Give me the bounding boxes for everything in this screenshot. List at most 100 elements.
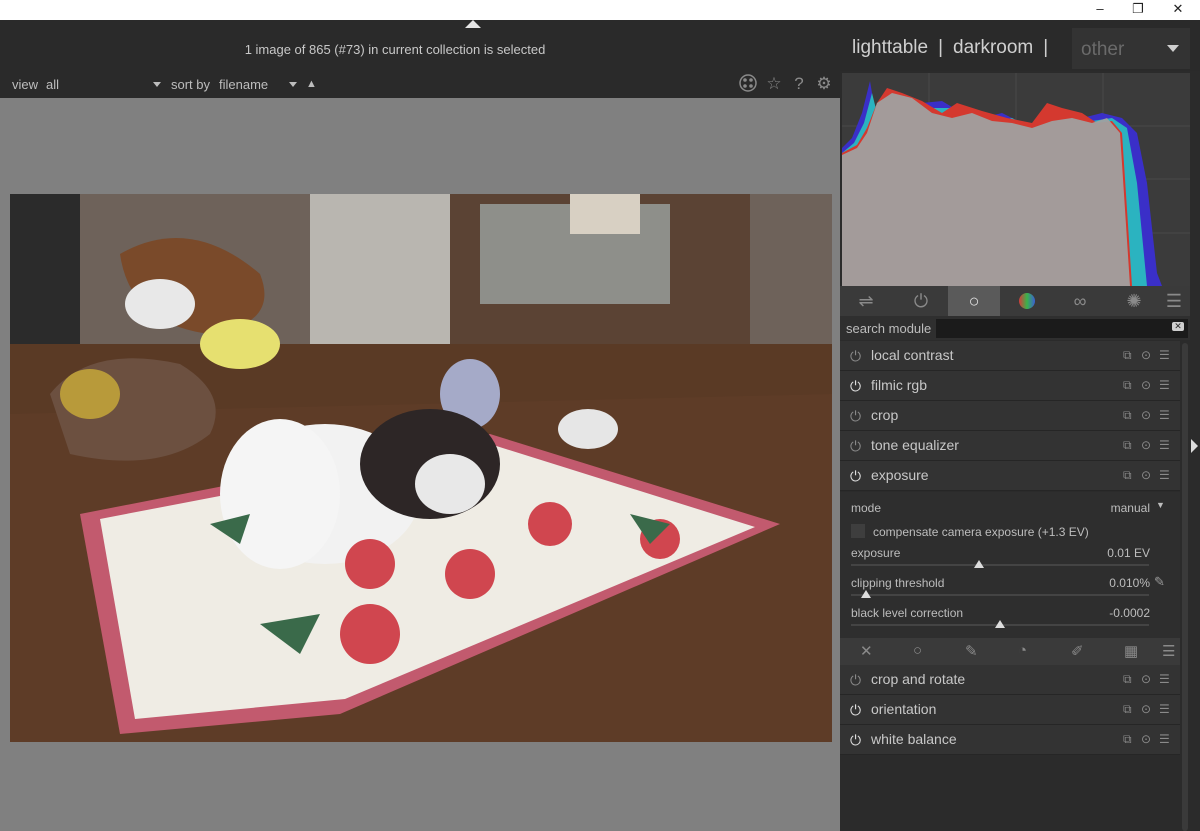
view-other-dropdown[interactable]: other (1072, 28, 1190, 69)
sort-direction-icon[interactable]: ▲ (306, 78, 317, 90)
module-exposure[interactable]: ⏻ exposure ⧉ ⊙ ☰ (840, 461, 1180, 491)
presets-menu-icon[interactable]: ☰ (1159, 672, 1170, 686)
power-icon[interactable]: ⏻ (850, 438, 861, 455)
module-crop[interactable]: ⏻ crop ⧉ ⊙ ☰ (840, 401, 1180, 431)
power-icon[interactable]: ⏻ (850, 468, 861, 485)
reset-icon[interactable]: ⊙ (1141, 438, 1151, 452)
help-icon[interactable]: ? (789, 74, 809, 94)
module-tone-equalizer[interactable]: ⏻ tone equalizer ⧉ ⊙ ☰ (840, 431, 1180, 461)
top-panel-toggle-strip (0, 20, 1200, 28)
menu-icon[interactable]: ☰ (1158, 286, 1190, 316)
mask-off-icon[interactable]: ✕ (860, 642, 873, 660)
raster-mask-icon[interactable]: ▦ (1124, 642, 1138, 660)
multi-instance-icon[interactable]: ⧉ (1123, 702, 1132, 717)
black-level-slider-thumb[interactable] (995, 620, 1005, 628)
chevron-down-icon[interactable]: ▼ (1156, 500, 1165, 510)
chevron-down-icon (1167, 45, 1179, 52)
parametric-mask-icon[interactable]: ◔ (1018, 642, 1027, 659)
chevron-down-icon[interactable] (153, 82, 161, 87)
compensate-checkbox[interactable] (851, 524, 865, 538)
reset-icon[interactable]: ⊙ (1141, 378, 1151, 392)
module-scrollbar[interactable] (1182, 343, 1188, 831)
presets-menu-icon[interactable]: ☰ (1159, 468, 1170, 482)
module-white-balance[interactable]: ⏻ white balance ⧉ ⊙ ☰ (840, 725, 1180, 755)
power-icon[interactable]: ⏻ (850, 348, 861, 365)
power-icon[interactable]: ⏻ (850, 672, 861, 689)
color-modules-icon[interactable] (1001, 286, 1053, 316)
darkroom-canvas[interactable] (0, 98, 840, 831)
effects-modules-icon[interactable]: ✺ (1108, 286, 1160, 316)
reset-icon[interactable]: ⊙ (1141, 408, 1151, 422)
module-local-contrast[interactable]: ⏻ local contrast ⧉ ⊙ ☰ (840, 341, 1180, 371)
multi-instance-icon[interactable]: ⧉ (1123, 732, 1132, 747)
view-darkroom[interactable]: darkroom (953, 37, 1033, 58)
clipping-threshold-slider[interactable] (851, 594, 1149, 596)
presets-menu-icon[interactable]: ☰ (1159, 408, 1170, 422)
power-icon[interactable]: ⏻ (850, 408, 861, 425)
menu-icon[interactable]: ☰ (1162, 642, 1175, 660)
multi-instance-icon[interactable]: ⧉ (1123, 438, 1132, 453)
restore-button[interactable]: ❐ (1118, 0, 1158, 20)
presets-menu-icon[interactable]: ☰ (1159, 348, 1170, 362)
multi-instance-icon[interactable]: ⧉ (1123, 672, 1132, 687)
view-separator: | (1043, 37, 1049, 58)
module-filmic-rgb[interactable]: ⏻ filmic rgb ⧉ ⊙ ☰ (840, 371, 1180, 401)
presets-icon[interactable]: ⇌ (840, 286, 892, 316)
window-titlebar: – ❐ ✕ (0, 0, 1200, 20)
black-level-value: -0.0002 (1109, 606, 1150, 620)
power-icon[interactable]: ⏻ (850, 732, 861, 749)
exposure-slider-thumb[interactable] (974, 560, 985, 568)
view-other-label: other (1081, 39, 1125, 60)
module-name: white balance (871, 731, 957, 747)
clear-search-icon[interactable]: ✕ (1172, 322, 1184, 331)
drawn-mask-icon[interactable]: ✎ (965, 642, 978, 660)
view-filter-dropdown[interactable]: all (46, 77, 59, 92)
collapse-right-panel-icon[interactable] (1191, 439, 1198, 453)
power-icon[interactable]: ⏻ (850, 378, 861, 395)
power-icon[interactable]: ⏻ (850, 702, 861, 719)
active-modules-icon[interactable]: ⏻ (895, 286, 947, 316)
exposure-slider[interactable] (851, 564, 1149, 566)
filter-bar: view all sort by filename ▲ ☆ ? ⚙ (0, 71, 840, 98)
module-name: crop (871, 407, 899, 423)
star-icon[interactable]: ☆ (764, 74, 784, 94)
minimize-button[interactable]: – (1080, 0, 1120, 20)
presets-menu-icon[interactable]: ☰ (1159, 702, 1170, 716)
module-search: search module ✕ (840, 316, 1190, 340)
uniform-mask-icon[interactable]: ○ (913, 642, 922, 659)
view-separator: | (938, 37, 943, 58)
base-modules-icon[interactable]: ○ (948, 286, 1000, 316)
presets-menu-icon[interactable]: ☰ (1159, 732, 1170, 746)
multi-instance-icon[interactable]: ⧉ (1123, 348, 1132, 363)
sort-by-dropdown[interactable]: filename (219, 77, 268, 92)
module-orientation[interactable]: ⏻ orientation ⧉ ⊙ ☰ (840, 695, 1180, 725)
reset-icon[interactable]: ⊙ (1141, 732, 1151, 746)
chevron-down-icon[interactable] (289, 82, 297, 87)
reset-icon[interactable]: ⊙ (1141, 468, 1151, 482)
presets-menu-icon[interactable]: ☰ (1159, 378, 1170, 392)
close-button[interactable]: ✕ (1158, 0, 1198, 20)
gear-icon[interactable]: ⚙ (814, 74, 834, 94)
exposure-module-body: mode manual ▼ compensate camera exposure… (840, 492, 1180, 638)
presets-menu-icon[interactable]: ☰ (1159, 438, 1170, 452)
view-lighttable[interactable]: lighttable (852, 37, 928, 58)
drawn-parametric-mask-icon[interactable]: ✐ (1071, 642, 1084, 660)
correct-modules-icon[interactable]: ∞ (1054, 286, 1106, 316)
clipping-threshold-slider-thumb[interactable] (860, 590, 871, 598)
search-module-label: search module (846, 321, 932, 336)
grouping-icon[interactable] (738, 74, 758, 94)
reset-icon[interactable]: ⊙ (1141, 672, 1151, 686)
collapse-top-panel-icon[interactable] (465, 20, 481, 28)
histogram[interactable] (842, 73, 1190, 286)
module-crop-and-rotate[interactable]: ⏻ crop and rotate ⧉ ⊙ ☰ (840, 665, 1180, 695)
exposure-value: 0.01 EV (1107, 546, 1150, 560)
reset-icon[interactable]: ⊙ (1141, 348, 1151, 362)
module-name: exposure (871, 467, 929, 483)
color-picker-icon[interactable]: ✎ (1154, 574, 1165, 590)
search-module-input[interactable] (936, 319, 1188, 338)
multi-instance-icon[interactable]: ⧉ (1123, 408, 1132, 423)
reset-icon[interactable]: ⊙ (1141, 702, 1151, 716)
multi-instance-icon[interactable]: ⧉ (1123, 378, 1132, 393)
multi-instance-icon[interactable]: ⧉ (1123, 468, 1132, 483)
mode-dropdown[interactable]: manual (1090, 501, 1150, 515)
